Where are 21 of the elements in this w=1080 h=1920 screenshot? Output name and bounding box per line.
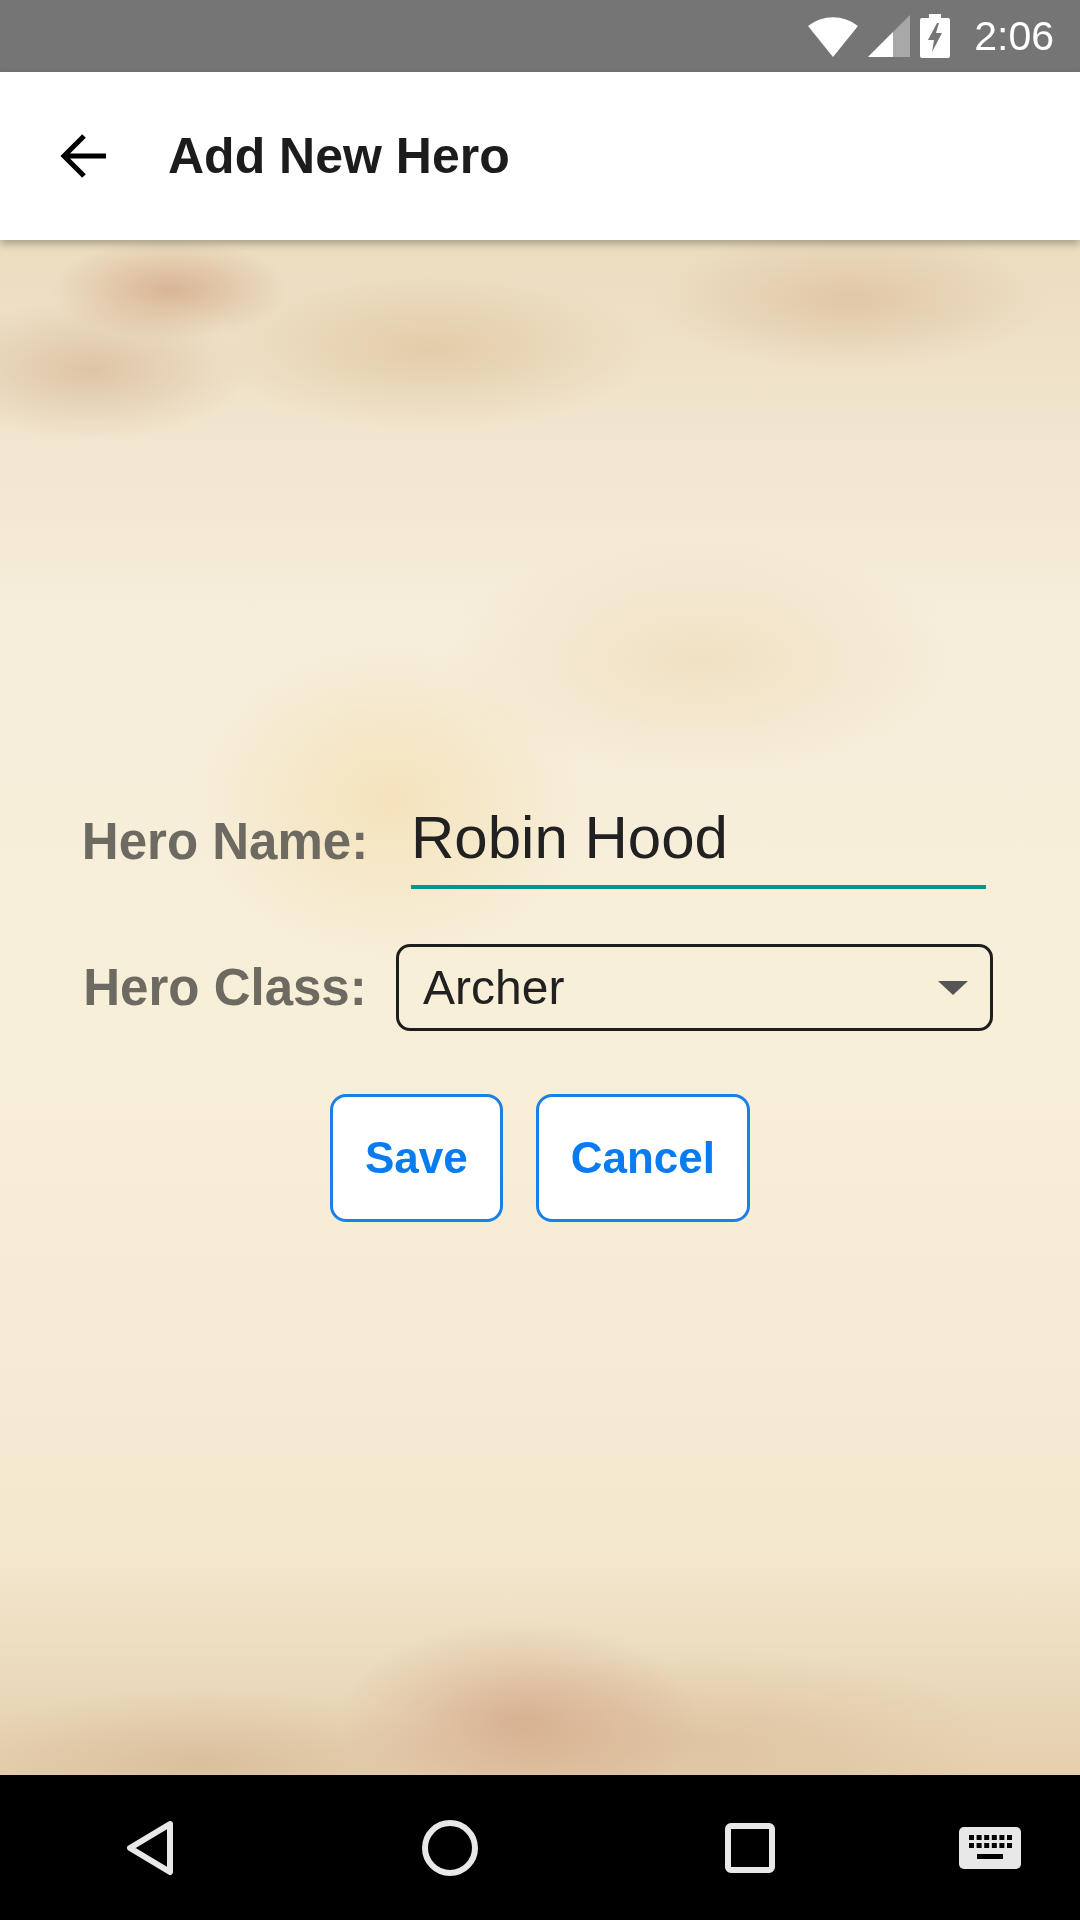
wifi-icon [808,15,859,57]
back-nav-button[interactable] [125,1819,175,1876]
field-label: Hero Class: [82,958,368,1017]
cancel-button[interactable]: Cancel [535,1094,751,1222]
caret-icon [938,980,968,995]
recents-square-icon [725,1822,775,1873]
back-arrow-icon [60,132,108,180]
home-nav-button[interactable] [422,1819,478,1876]
status-time: 2:06 [974,15,1054,57]
battery-charging-icon [920,14,951,58]
hero-name-input[interactable]: Robin Hood [411,793,986,889]
field-label: Hero Name: [80,811,370,871]
class-dropdown[interactable]: Archer [396,944,993,1031]
recents-nav-button[interactable] [725,1822,775,1873]
home-circle-icon [422,1819,478,1876]
save-button[interactable]: Save [329,1094,503,1222]
keyboard-icon [959,1826,1021,1869]
signal-icon [868,15,911,57]
keyboard-button[interactable] [959,1826,1021,1869]
screen-title: Add New Hero [168,127,510,185]
back-triangle-icon [125,1819,175,1876]
